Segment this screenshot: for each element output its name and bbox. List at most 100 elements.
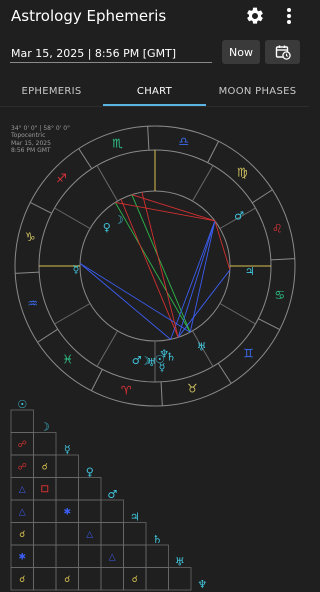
opposition-icon: ☍ [18, 462, 27, 472]
sextile-icon: ✱ [18, 552, 26, 562]
house-cusp [192, 165, 214, 202]
zodiac-capricorn-icon: ♑ [25, 230, 36, 244]
zodiac-scorpio-icon: ♏ [112, 137, 123, 151]
house-cusp [219, 303, 256, 325]
sun-icon: ☉ [17, 398, 27, 411]
square-icon [41, 485, 49, 493]
aspect-cell [55, 454, 79, 478]
saturn-icon: ♄ [152, 533, 162, 546]
zodiac-aquarius-icon: ♒ [27, 296, 38, 310]
aspect-line [120, 199, 179, 338]
aspect-cell [123, 544, 147, 568]
aspect-cell [100, 567, 124, 591]
house-cusp [96, 330, 118, 367]
venus-icon: ♀ [86, 466, 94, 479]
zodiac-gemini-icon: ♊ [243, 346, 254, 360]
calendar-button[interactable] [265, 40, 300, 64]
sign-divider [37, 328, 58, 343]
aspect-cell [78, 499, 102, 523]
aspect-cell [145, 567, 169, 591]
now-button[interactable]: Now [222, 40, 260, 64]
aspect-cell [10, 409, 34, 433]
aspect-cell [100, 522, 124, 546]
mercury-icon: ☿ [64, 443, 71, 456]
aspect-line [114, 202, 191, 333]
sign-divider [252, 189, 273, 204]
aspect-cell [100, 499, 124, 523]
zodiac-virgo-icon: ♍ [237, 165, 248, 179]
aspect-line [214, 220, 231, 271]
date-time-input[interactable] [10, 44, 212, 63]
aspect-line [177, 269, 231, 338]
sign-divider [78, 148, 93, 169]
tab-moon-phases[interactable]: MOON PHASES [206, 76, 309, 106]
sign-divider [258, 318, 280, 331]
gear-icon[interactable] [245, 6, 265, 26]
neptune-icon: ♆ [197, 578, 207, 591]
conjunction-icon: ☌ [19, 575, 25, 585]
aspect-line [177, 220, 216, 338]
uranus-icon: ♅ [175, 556, 185, 569]
mercury-icon: ☿ [159, 361, 166, 374]
uranus-icon: ♅ [197, 341, 207, 354]
trine-icon: △ [19, 507, 26, 517]
sign-divider [207, 141, 220, 163]
aspect-cell [78, 567, 102, 591]
natal-chart-wheel[interactable]: ♈ ♉♊♋♌♍♎♏♐♑♒♓ ☽♀♂♃♅♄♆☉☿♅☽♂☿ [0, 107, 309, 407]
house-cusp [54, 207, 91, 229]
moon-icon: ☽ [114, 214, 124, 227]
mercury-icon: ☿ [73, 263, 80, 276]
jupiter-icon: ♃ [130, 511, 140, 524]
mars-icon: ♂ [132, 354, 142, 367]
aspect-grid: ☉ ☽ ☿ ♀ ♂ ♃ ♄ ♅ ♆ ☍ ☍ ☌ △ △ ✱ ☌ △ ✱ △ ☌ ☌ ☌ [10, 398, 207, 591]
house-cusp [96, 165, 118, 202]
zodiac-cancer-icon: ♋ [274, 288, 285, 302]
aspect-cell [33, 544, 57, 568]
calendar-clock-icon [275, 45, 291, 60]
aspect-cell [33, 477, 57, 501]
trine-icon: △ [86, 530, 93, 540]
aspect-cell [33, 567, 57, 591]
more-vert-icon[interactable] [282, 6, 296, 26]
aspect-cell [145, 544, 169, 568]
zodiac-leo-icon: ♌ [272, 222, 283, 236]
sign-divider [217, 363, 232, 384]
mars-icon: ♂ [107, 488, 117, 501]
tab-chart[interactable]: CHART [103, 76, 206, 106]
sign-divider [147, 126, 150, 151]
sign-divider [15, 271, 40, 274]
aspect-cell [78, 477, 102, 501]
conjunction-icon: ☌ [64, 575, 70, 585]
mars-icon: ♂ [234, 210, 244, 223]
aspect-cell [78, 544, 102, 568]
aspect-cell [33, 522, 57, 546]
zodiac-libra-icon: ♎ [178, 134, 189, 148]
app-bar: Astrology Ephemeris [0, 0, 309, 34]
aspect-cell [168, 567, 192, 591]
inner-ring [79, 190, 231, 342]
trine-icon: △ [19, 485, 26, 495]
date-time-field[interactable] [10, 42, 212, 63]
sign-divider [30, 201, 52, 214]
conjunction-icon: ☌ [19, 530, 25, 540]
moon-icon: ☽ [40, 421, 50, 434]
venus-icon: ♀ [103, 221, 111, 234]
aspect-line [79, 263, 191, 333]
aspect-cell [55, 477, 79, 501]
opposition-icon: ☍ [18, 440, 27, 450]
conjunction-icon: ☌ [132, 575, 138, 585]
tab-ephemeris[interactable]: EPHEMERIS [0, 76, 103, 106]
house-cusp [54, 303, 91, 325]
tab-bar: EPHEMERIS CHART MOON PHASES [0, 76, 309, 106]
aspect-lines [79, 192, 231, 340]
aspect-cell [33, 499, 57, 523]
sign-divider [270, 258, 295, 261]
aspect-cell [55, 522, 79, 546]
zodiac-pisces-icon: ♓ [62, 353, 73, 367]
aspect-line [141, 192, 179, 338]
planet-glyphs: ☽♀♂♃♅♄♆☉☿♅☽♂☿ [73, 210, 255, 374]
aspect-cell [123, 522, 147, 546]
aspect-cell [55, 544, 79, 568]
zodiac-sagittarius-icon: ♐ [56, 172, 67, 186]
jupiter-icon: ♃ [245, 265, 255, 278]
